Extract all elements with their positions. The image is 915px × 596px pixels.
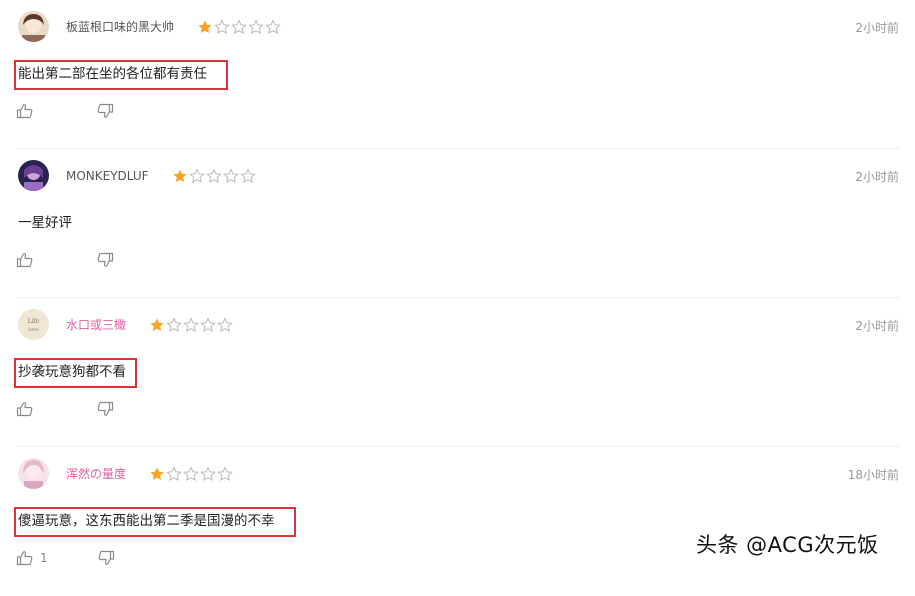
star-outline-icon: [200, 317, 216, 332]
star-outline-icon: [189, 168, 205, 183]
timestamp: 2小时前: [855, 21, 899, 35]
username[interactable]: 浑然の量度: [66, 466, 126, 482]
thumbs-down-icon: [98, 550, 114, 565]
comment-text: 能出第二部在坐的各位都有责任: [18, 66, 207, 82]
star-outline-icon: [183, 466, 199, 481]
like-count: 1: [40, 551, 48, 565]
comment-actions: 1: [16, 550, 115, 566]
like-button[interactable]: [16, 103, 34, 119]
star-outline-icon: [240, 168, 256, 183]
svg-text:Life: Life: [28, 318, 40, 325]
username[interactable]: 水口或三橄: [66, 317, 126, 333]
star-filled-icon: [198, 20, 212, 33]
avatar[interactable]: [18, 458, 49, 489]
star-outline-icon: [217, 466, 233, 481]
rating-stars: [149, 317, 233, 333]
comment-text: 一星好评: [18, 215, 72, 231]
star-outline-icon: [265, 19, 281, 34]
comment-actions: [16, 252, 114, 268]
timestamp: 18小时前: [847, 468, 899, 482]
thumbs-up-icon: [16, 551, 33, 566]
comment-actions: [16, 401, 114, 417]
star-outline-icon: [166, 466, 182, 481]
timestamp: 2小时前: [855, 319, 899, 333]
star-outline-icon: [217, 317, 233, 332]
username[interactable]: 板蓝根口味的黑大帅: [66, 19, 174, 35]
comment-text: 傻逼玩意，这东西能出第二季是国漫的不幸: [18, 513, 275, 529]
dislike-button[interactable]: [96, 103, 114, 119]
like-button[interactable]: [16, 252, 34, 268]
thumbs-up-icon: [16, 104, 33, 119]
star-outline-icon: [223, 168, 239, 183]
avatar[interactable]: [18, 160, 49, 191]
dislike-button[interactable]: [97, 550, 115, 566]
star-outline-icon: [248, 19, 264, 34]
thumbs-up-icon: [16, 402, 33, 417]
thumbs-down-icon: [97, 103, 114, 118]
star-filled-icon: [150, 318, 164, 331]
username[interactable]: MONKEYDLUF: [66, 168, 149, 184]
star-filled-icon: [150, 467, 164, 480]
comment-item: 浑然の量度 18小时前 傻逼玩意，这东西能出第二季是国漫的不幸 1: [0, 447, 915, 596]
comment-item: 板蓝根口味的黑大帅 2小时前 能出第二部在坐的各位都有责任: [0, 0, 915, 149]
star-outline-icon: [231, 19, 247, 34]
star-outline-icon: [183, 317, 199, 332]
rating-stars: [149, 466, 233, 482]
avatar[interactable]: [18, 11, 49, 42]
thumbs-down-icon: [97, 401, 114, 416]
rating-stars: [172, 168, 256, 184]
comment-item: MONKEYDLUF 2小时前 一星好评: [0, 149, 915, 298]
timestamp: 2小时前: [855, 170, 899, 184]
thumbs-down-icon: [97, 252, 114, 267]
star-outline-icon: [166, 317, 182, 332]
avatar[interactable]: Life love: [18, 309, 49, 340]
like-button[interactable]: 1: [16, 550, 48, 566]
star-outline-icon: [200, 466, 216, 481]
thumbs-up-icon: [16, 253, 33, 268]
dislike-button[interactable]: [96, 401, 114, 417]
star-outline-icon: [214, 19, 230, 34]
rating-stars: [197, 19, 281, 35]
like-button[interactable]: [16, 401, 34, 417]
svg-text:love: love: [28, 327, 38, 333]
star-filled-icon: [173, 169, 187, 182]
comment-text: 抄袭玩意狗都不看: [18, 364, 126, 380]
watermark: 头条 @ACG次元饭: [696, 533, 879, 557]
comment-actions: [16, 103, 114, 119]
dislike-button[interactable]: [96, 252, 114, 268]
star-outline-icon: [206, 168, 222, 183]
comment-item: Life love 水口或三橄 2小时前 抄袭玩意狗都不看: [0, 298, 915, 447]
